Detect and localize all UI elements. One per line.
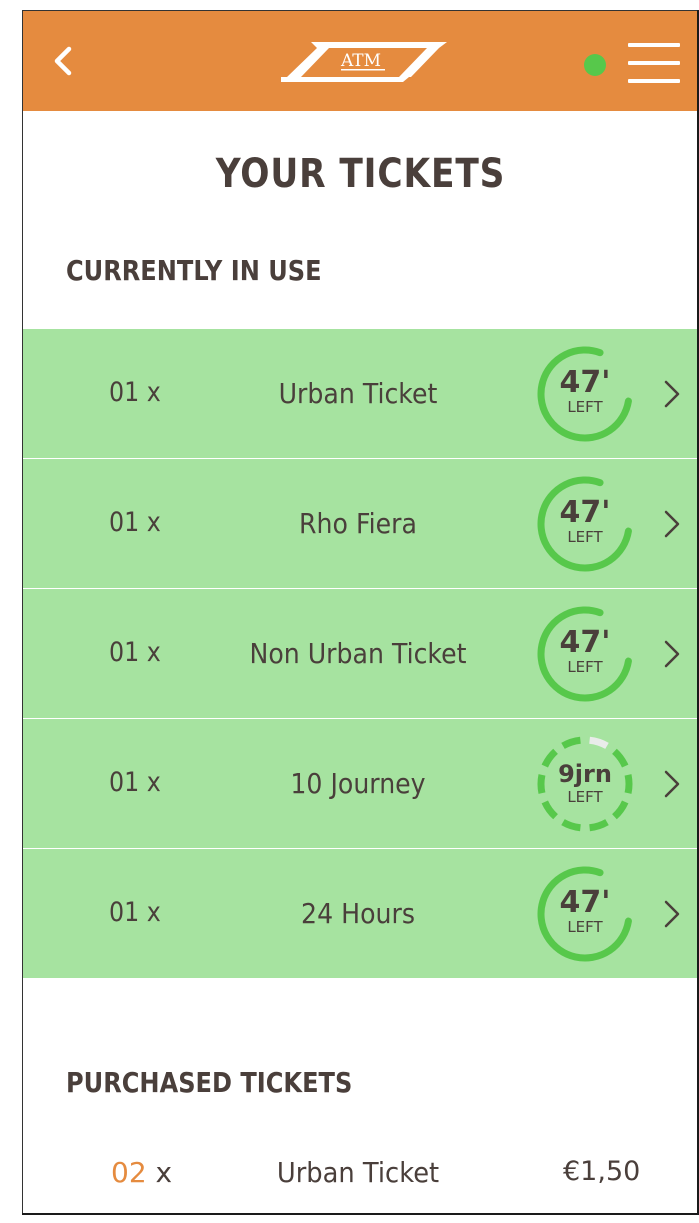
time-remaining-ring: 47'LEFT — [537, 606, 632, 702]
section-currently-in-use: CURRENTLY IN USE — [66, 254, 322, 287]
remaining-value: 47' — [560, 885, 611, 920]
chevron-right-icon[interactable] — [662, 509, 682, 539]
app-screen: ATM YOUR TICKETS CURRENTLY IN USE 01 x Ur… — [22, 10, 698, 1214]
remaining-journey-segment — [624, 774, 633, 794]
ticket-qty: 01 x — [109, 767, 161, 798]
ticket-qty: 01 x — [109, 377, 161, 408]
logo-text: ATM — [340, 51, 381, 71]
used-journey-segment — [589, 736, 609, 750]
remaining-label: LEFT — [567, 398, 603, 416]
back-chevron-icon[interactable] — [47, 45, 79, 77]
remaining-label: LEFT — [567, 788, 603, 806]
ticket-name: Rho Fiera — [299, 507, 417, 540]
ticket-row[interactable]: 01 x 10 Journey 9jrn LEFT — [23, 719, 698, 849]
remaining-value: 47' — [560, 495, 611, 530]
chevron-right-icon[interactable] — [662, 899, 682, 929]
remaining-journey-segment — [561, 736, 581, 750]
time-remaining-ring: 47'LEFT — [537, 476, 632, 572]
ticket-row[interactable]: 01 x Non Urban Ticket 47' LEFT — [23, 589, 698, 719]
ticket-row[interactable]: 01 x 24 Hours 47' LEFT — [23, 849, 698, 979]
purchased-ticket-price: €1,50 — [563, 1156, 641, 1187]
page-title: YOUR TICKETS — [215, 151, 506, 197]
ticket-name: 10 Journey — [290, 767, 426, 800]
time-remaining-ring: 9jrnLEFT — [537, 736, 633, 832]
ticket-row[interactable]: 01 x Urban Ticket 47' LEFT — [23, 329, 698, 459]
remaining-journey-segment — [561, 818, 581, 832]
remaining-journey-segment — [611, 748, 629, 768]
ticket-name: 24 Hours — [301, 897, 415, 930]
ticket-qty: 01 x — [109, 637, 161, 668]
remaining-label: LEFT — [567, 658, 603, 676]
remaining-journey-segment — [589, 818, 609, 832]
chevron-right-icon[interactable] — [662, 379, 682, 409]
chevron-right-icon[interactable] — [662, 769, 682, 799]
atm-logo: ATM — [281, 42, 447, 82]
remaining-value: 47' — [560, 365, 611, 400]
ticket-qty: 01 x — [109, 897, 161, 928]
remaining-journey-segment — [541, 800, 559, 820]
purchased-qty-number: 02 — [111, 1156, 147, 1189]
chevron-right-icon[interactable] — [662, 639, 682, 669]
in-use-ticket-list: 01 x Urban Ticket 47' LEFT 01 x Rho Fiera 47' L… — [23, 329, 698, 979]
top-bar: ATM — [23, 11, 698, 111]
remaining-journey-segment — [541, 748, 559, 768]
section-purchased-tickets: PURCHASED TICKETS — [66, 1066, 353, 1099]
ticket-qty: 01 x — [109, 507, 161, 538]
ticket-name: Non Urban Ticket — [249, 637, 467, 670]
purchased-qty: 02 x — [111, 1156, 172, 1189]
ticket-name: Urban Ticket — [278, 377, 438, 410]
remaining-journey-segment — [537, 774, 546, 794]
time-remaining-ring: 47'LEFT — [537, 866, 632, 962]
remaining-value: 47' — [560, 625, 611, 660]
ticket-row[interactable]: 01 x Rho Fiera 47' LEFT — [23, 459, 698, 589]
remaining-journey-segment — [611, 800, 629, 820]
remaining-label: LEFT — [567, 918, 603, 936]
purchased-ticket-name: Urban Ticket — [276, 1156, 440, 1189]
time-remaining-ring: 47'LEFT — [537, 346, 632, 442]
connection-status-dot — [584, 54, 606, 76]
hamburger-menu-icon[interactable] — [628, 41, 680, 85]
remaining-value: 9jrn — [558, 760, 612, 788]
remaining-label: LEFT — [567, 528, 603, 546]
purchased-ticket-row[interactable]: 02 x Urban Ticket €1,50 — [23, 1146, 698, 1206]
purchased-qty-suffix: x — [146, 1156, 173, 1189]
